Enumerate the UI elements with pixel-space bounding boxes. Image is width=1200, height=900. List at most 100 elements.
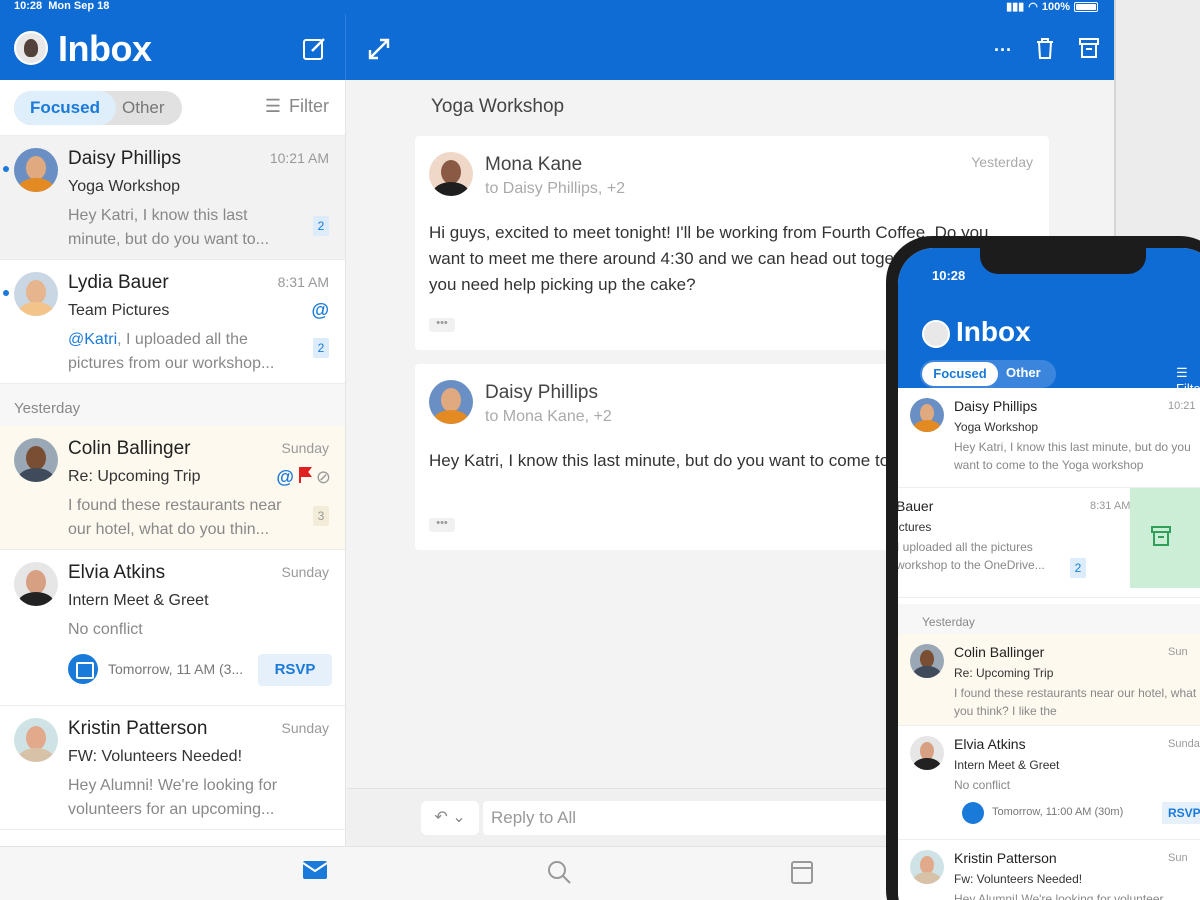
time: Sunday <box>281 720 329 736</box>
section-header-yesterday: Yesterday <box>0 384 345 426</box>
list-item[interactable]: Lydia Bauer 8:31 AM Team Pictures @Katri… <box>0 260 345 384</box>
event-time: Tomorrow, 11 AM (3... <box>108 661 244 677</box>
status-right: ▮▮▮ ◠ 100% <box>1006 0 1098 13</box>
unread-dot <box>3 166 9 172</box>
sender: Lydia Bauer <box>68 272 169 293</box>
trash-icon[interactable] <box>1034 36 1056 65</box>
subject: Re: Upcoming Trip <box>954 666 1054 680</box>
rsvp-button[interactable]: RSVP <box>258 654 332 686</box>
avatar <box>14 272 58 316</box>
account-avatar[interactable] <box>14 31 48 65</box>
avatar <box>14 148 58 192</box>
avatar <box>910 736 944 770</box>
preview: Hey Alumni! We're looking for volunteer <box>954 892 1164 900</box>
recipients: to Mona Kane, +2 <box>485 408 612 425</box>
time: Yesterday <box>971 154 1033 170</box>
phone-inbox-pivot: Focused Other <box>920 360 1056 388</box>
list-item-swiped[interactable]: Bauer 8:31 AM ictures I uploaded all the… <box>898 488 1200 598</box>
list-item[interactable]: Elvia Atkins Sunday Intern Meet & Greet … <box>0 550 345 706</box>
reply-input[interactable]: Reply to All <box>483 801 903 835</box>
account-avatar[interactable] <box>922 320 950 348</box>
tab-other[interactable]: Other <box>122 91 165 125</box>
time: 8:31 AM <box>1090 500 1131 512</box>
message-list: Focused Other ☰ Filter Daisy Phillips 10… <box>0 80 346 846</box>
time: Sunday <box>281 440 329 456</box>
rsvp-button[interactable]: RSVP <box>1162 802 1200 824</box>
avatar <box>14 562 58 606</box>
flag-icon[interactable] <box>298 466 312 489</box>
sender: Colin Ballinger <box>68 438 191 459</box>
avatar <box>910 644 944 678</box>
sender: Kristin Patterson <box>68 718 208 739</box>
mention-icon: @ <box>311 300 329 320</box>
list-item[interactable]: Kristin Patterson Sunday FW: Volunteers … <box>0 706 345 830</box>
list-item[interactable]: Colin Ballinger Sun Re: Upcoming Trip I … <box>898 634 1200 726</box>
tab-other[interactable]: Other <box>1006 365 1041 380</box>
wifi-icon: ◠ <box>1028 1 1038 13</box>
list-item[interactable]: Daisy Phillips 10:21 Yoga Workshop Hey K… <box>898 388 1200 488</box>
subject: ictures <box>898 520 932 534</box>
time: Sunday <box>281 564 329 580</box>
avatar <box>429 380 473 424</box>
unread-dot <box>3 290 9 296</box>
time: 10:21 AM <box>269 150 329 166</box>
filter-icon: ☰ <box>264 96 281 116</box>
battery-icon <box>1074 1 1098 12</box>
list-item[interactable]: Elvia Atkins Sunday Intern Meet & Greet … <box>898 726 1200 840</box>
list-item[interactable]: Colin Ballinger Sunday Re: Upcoming Trip… <box>0 426 345 550</box>
show-more-button[interactable]: ••• <box>429 318 455 332</box>
sender: Elvia Atkins <box>954 736 1026 752</box>
list-item[interactable]: Kristin Patterson Sun Fw: Volunteers Nee… <box>898 840 1200 900</box>
expand-icon[interactable] <box>366 36 392 67</box>
avatar <box>14 718 58 762</box>
subject: Intern Meet & Greet <box>954 758 1060 772</box>
filter-label: Filter <box>289 96 329 116</box>
tab-focused[interactable]: Focused <box>14 91 116 125</box>
phone-screen: 10:28 Inbox Focused Other ☰ Filter Daisy… <box>898 248 1200 900</box>
sender: Bauer <box>898 498 934 514</box>
sender: Daisy Phillips <box>954 398 1038 414</box>
phone-title: Inbox <box>956 316 1031 347</box>
phone-notch <box>980 248 1146 274</box>
attachment-icon: ⊘ <box>315 467 331 487</box>
signal-icon: ▮▮▮ <box>1006 1 1025 13</box>
compose-icon[interactable] <box>302 36 328 67</box>
preview: @Katri, I uploaded all the pictures from… <box>68 331 275 372</box>
subject: Team Pictures <box>68 302 170 319</box>
filter-button[interactable]: ☰ Filter <box>265 96 329 117</box>
section-header-yesterday: Yesterday <box>898 604 1200 634</box>
subject: FW: Volunteers Needed! <box>68 748 243 765</box>
sender: Daisy Phillips <box>68 148 181 169</box>
calendar-icon[interactable] <box>790 859 814 890</box>
archive-icon[interactable] <box>1078 36 1100 65</box>
tab-focused[interactable]: Focused <box>922 362 998 386</box>
swipe-archive-action[interactable] <box>1130 488 1200 588</box>
mail-icon[interactable] <box>302 859 328 886</box>
time: Sun <box>1168 646 1188 658</box>
reply-options-button[interactable]: ↶ ⌄ <box>421 801 479 835</box>
status-time: 10:28 Mon Sep 18 <box>14 0 110 12</box>
list-item[interactable]: Daisy Phillips 10:21 AM Yoga Workshop He… <box>0 136 345 260</box>
event-card: Tomorrow, 11:00 AM (30m) RSVP <box>962 802 1200 826</box>
avatar <box>910 850 944 884</box>
subject: Yoga Workshop <box>954 420 1039 434</box>
subject: Yoga Workshop <box>68 178 181 195</box>
thread-count-badge: 3 <box>313 506 329 526</box>
app-header: Inbox ··· <box>0 14 1114 80</box>
sender: Elvia Atkins <box>68 562 166 583</box>
sender: Mona Kane <box>485 154 583 175</box>
thread-count-badge: 2 <box>313 216 329 236</box>
preview: Hey Katri, I know this last minute, but … <box>68 207 270 248</box>
status-bar: 10:28 Mon Sep 18 ▮▮▮ ◠ 100% <box>0 0 1114 14</box>
thread-count-badge: 2 <box>1070 558 1086 578</box>
message-actions: ··· <box>994 36 1100 65</box>
avatar <box>429 152 473 196</box>
preview: I uploaded all the pictures workshop to … <box>898 540 1045 572</box>
page-title: Inbox <box>58 28 152 69</box>
search-icon[interactable] <box>546 859 572 890</box>
time: Sunday <box>1168 738 1200 750</box>
show-more-button[interactable]: ••• <box>429 518 455 532</box>
more-icon[interactable]: ··· <box>994 40 1012 61</box>
mention: @Katri <box>68 331 118 348</box>
event-card: Tomorrow, 11 AM (3... RSVP <box>68 652 332 688</box>
